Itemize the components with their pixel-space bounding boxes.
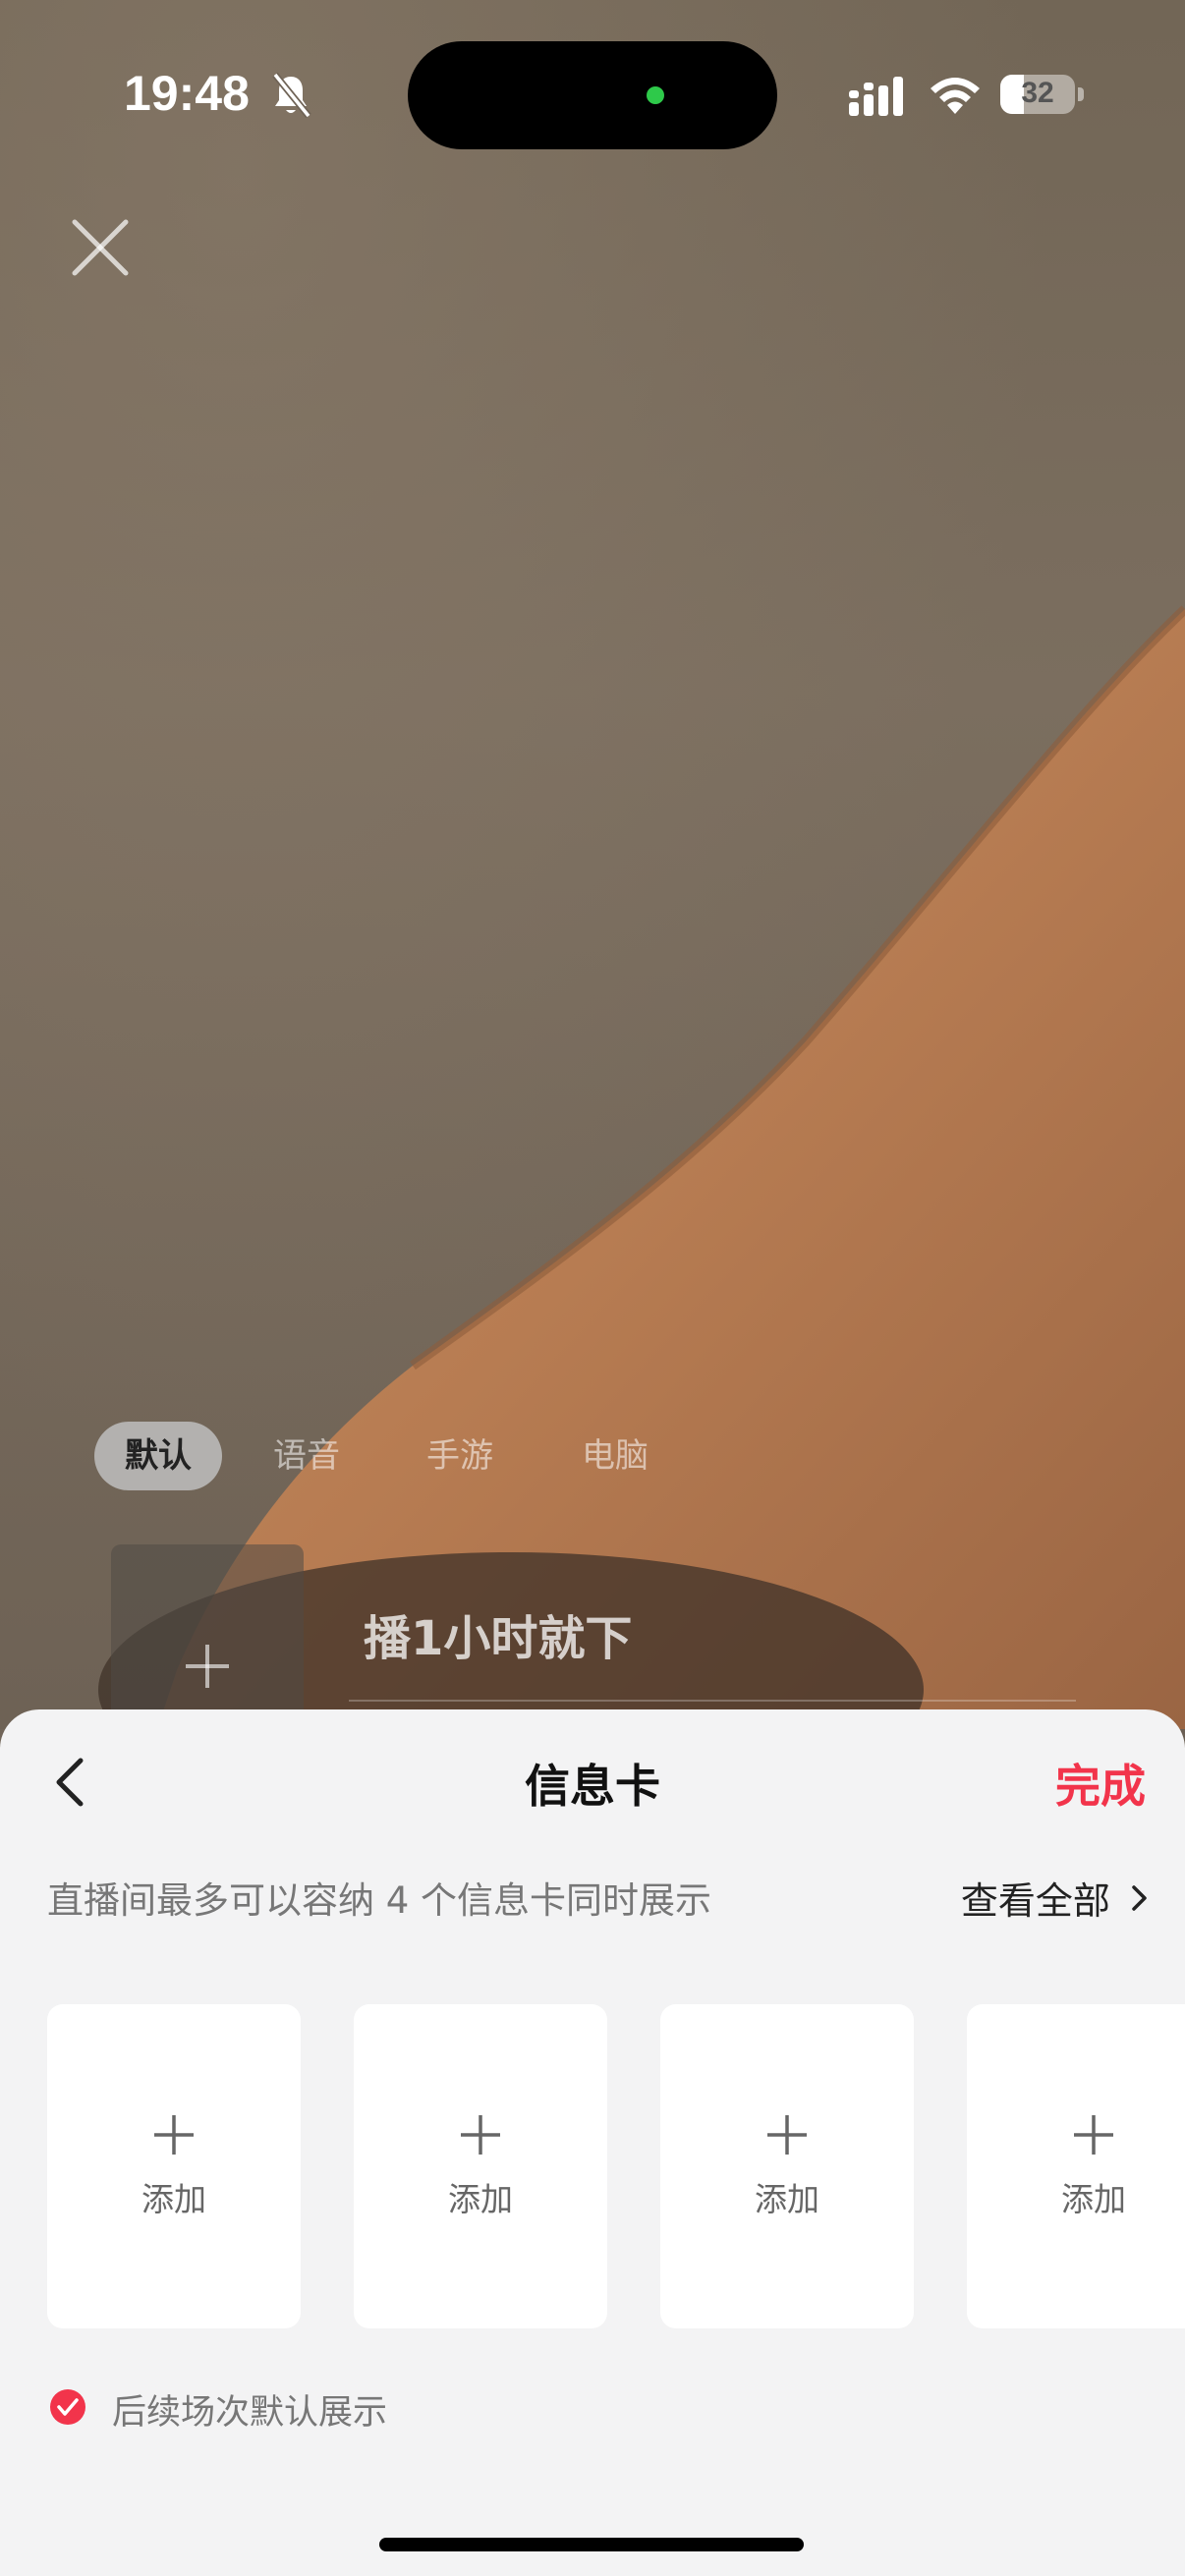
- add-card-label: 添加: [448, 2180, 513, 2218]
- tab-default[interactable]: 默认: [94, 1422, 222, 1490]
- status-time: 19:48: [124, 66, 250, 121]
- battery-level-text: 32: [1021, 77, 1054, 109]
- dynamic-island: [408, 41, 777, 149]
- battery-icon: 32: [1000, 75, 1075, 114]
- add-card-label: 添加: [1061, 2180, 1126, 2218]
- plus-icon: [767, 2115, 807, 2155]
- live-setup-screen: 19:48 32 默认 语音 手游 电脑 播1小时就下 信息卡 完成 直播间最多…: [0, 0, 1185, 2576]
- add-card-slot[interactable]: 添加: [660, 2004, 914, 2328]
- info-card-sheet: 信息卡 完成 直播间最多可以容纳 4 个信息卡同时展示 查看全部 添加 添加 添…: [0, 1709, 1185, 2576]
- close-icon[interactable]: [69, 216, 132, 279]
- battery-nub: [1078, 87, 1084, 101]
- tab-voice[interactable]: 语音: [248, 1422, 366, 1490]
- cellular-signal-icon: [849, 77, 903, 116]
- tab-computer[interactable]: 电脑: [556, 1422, 674, 1490]
- card-limit-hint: 直播间最多可以容纳 4 个信息卡同时展示: [47, 1879, 712, 1922]
- plus-icon: [154, 2115, 194, 2155]
- home-indicator: [379, 2538, 804, 2551]
- bell-mute-icon: [272, 72, 311, 119]
- add-card-label: 添加: [141, 2180, 206, 2218]
- info-card-slots: 添加 添加 添加 添加: [0, 2004, 1185, 2328]
- plus-icon: [186, 1645, 229, 1688]
- live-title-input[interactable]: 播1小时就下: [364, 1599, 632, 1668]
- add-card-slot[interactable]: 添加: [967, 2004, 1185, 2328]
- plus-icon: [1074, 2115, 1113, 2155]
- camera-indicator-dot: [647, 86, 664, 104]
- view-all-label: 查看全部: [960, 1879, 1110, 1923]
- add-card-slot[interactable]: 添加: [47, 2004, 301, 2328]
- divider: [349, 1700, 1076, 1702]
- tab-mobile-game[interactable]: 手游: [401, 1422, 519, 1490]
- add-card-label: 添加: [755, 2180, 819, 2218]
- chevron-right-icon: [1132, 1884, 1147, 1911]
- sheet-title: 信息卡: [525, 1760, 660, 1813]
- status-bar: 19:48 32: [0, 0, 1185, 196]
- add-card-slot[interactable]: 添加: [354, 2004, 607, 2328]
- wifi-icon: [931, 78, 980, 114]
- view-all-link[interactable]: 查看全部: [961, 1871, 1150, 1925]
- default-show-label: 后续场次默认展示: [112, 2393, 388, 2433]
- done-button[interactable]: 完成: [1055, 1751, 1146, 1816]
- checkbox-checked-icon[interactable]: [49, 2388, 86, 2426]
- plus-icon: [461, 2115, 500, 2155]
